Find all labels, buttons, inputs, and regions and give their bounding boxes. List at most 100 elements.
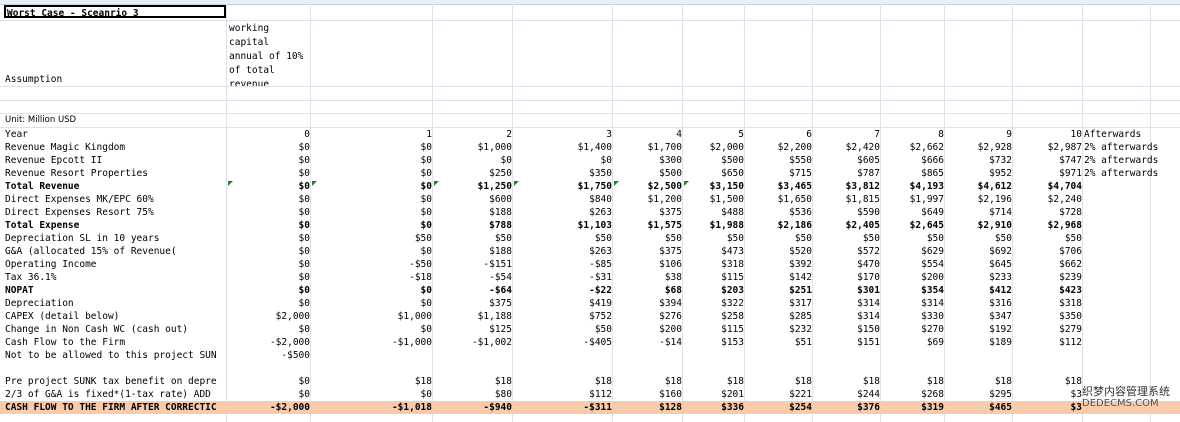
- value-cell[interactable]: $1,750: [514, 180, 612, 193]
- value-cell[interactable]: [814, 362, 880, 375]
- value-cell[interactable]: $732: [946, 154, 1012, 167]
- row-label[interactable]: CASH FLOW TO THE FIRM AFTER CORRECTIC: [5, 401, 225, 414]
- value-cell[interactable]: $18: [946, 375, 1012, 388]
- value-cell[interactable]: $3: [1014, 388, 1082, 401]
- row-label[interactable]: Total Revenue: [5, 180, 225, 193]
- value-cell[interactable]: $0: [228, 271, 310, 284]
- value-cell[interactable]: $0: [228, 206, 310, 219]
- unit-label[interactable]: Unit: Million USD: [5, 114, 76, 127]
- value-cell[interactable]: $2,910: [946, 219, 1012, 232]
- value-cell[interactable]: $270: [882, 323, 944, 336]
- value-cell[interactable]: $1,575: [614, 219, 682, 232]
- value-cell[interactable]: 2: [434, 128, 512, 141]
- value-cell[interactable]: [882, 362, 944, 375]
- value-cell[interactable]: $18: [814, 375, 880, 388]
- value-cell[interactable]: $629: [882, 245, 944, 258]
- value-cell[interactable]: 6: [746, 128, 812, 141]
- value-cell[interactable]: 1: [312, 128, 432, 141]
- value-cell[interactable]: $0: [228, 167, 310, 180]
- value-cell[interactable]: $350: [1014, 310, 1082, 323]
- afterwards-note-cell[interactable]: 2% afterwards: [1084, 154, 1180, 167]
- value-cell[interactable]: $865: [882, 167, 944, 180]
- value-cell[interactable]: $112: [514, 388, 612, 401]
- value-cell[interactable]: $251: [746, 284, 812, 297]
- value-cell[interactable]: $250: [434, 167, 512, 180]
- value-cell[interactable]: $840: [514, 193, 612, 206]
- row-label[interactable]: Operating Income: [5, 258, 225, 271]
- afterwards-note-cell[interactable]: 2% afterwards: [1084, 141, 1180, 154]
- value-cell[interactable]: $0: [312, 297, 432, 310]
- value-cell[interactable]: $0: [312, 167, 432, 180]
- value-cell[interactable]: $747: [1014, 154, 1082, 167]
- value-cell[interactable]: $376: [814, 401, 880, 414]
- value-cell[interactable]: [746, 349, 812, 362]
- afterwards-note-cell[interactable]: [1084, 206, 1180, 219]
- value-cell[interactable]: $330: [882, 310, 944, 323]
- value-cell[interactable]: $465: [946, 401, 1012, 414]
- value-cell[interactable]: $2,000: [684, 141, 744, 154]
- value-cell[interactable]: -$31: [514, 271, 612, 284]
- row-label[interactable]: Depreciation SL in 10 years: [5, 232, 225, 245]
- value-cell[interactable]: $2,196: [946, 193, 1012, 206]
- value-cell[interactable]: $714: [946, 206, 1012, 219]
- value-cell[interactable]: $1,500: [684, 193, 744, 206]
- value-cell[interactable]: $473: [684, 245, 744, 258]
- afterwards-note-cell[interactable]: [1084, 271, 1180, 284]
- value-cell[interactable]: $788: [434, 219, 512, 232]
- value-cell[interactable]: $258: [684, 310, 744, 323]
- value-cell[interactable]: $1,200: [614, 193, 682, 206]
- value-cell[interactable]: $645: [946, 258, 1012, 271]
- value-cell[interactable]: $336: [684, 401, 744, 414]
- value-cell[interactable]: $470: [814, 258, 880, 271]
- value-cell[interactable]: $319: [882, 401, 944, 414]
- value-cell[interactable]: $520: [746, 245, 812, 258]
- value-cell[interactable]: $706: [1014, 245, 1082, 258]
- value-cell[interactable]: $50: [882, 232, 944, 245]
- value-cell[interactable]: $318: [684, 258, 744, 271]
- value-cell[interactable]: $50: [514, 232, 612, 245]
- value-cell[interactable]: $649: [882, 206, 944, 219]
- value-cell[interactable]: $0: [434, 154, 512, 167]
- value-cell[interactable]: $500: [684, 154, 744, 167]
- value-cell[interactable]: $142: [746, 271, 812, 284]
- value-cell[interactable]: $300: [614, 154, 682, 167]
- value-cell[interactable]: -$18: [312, 271, 432, 284]
- value-cell[interactable]: $375: [614, 206, 682, 219]
- value-cell[interactable]: -$1,002: [434, 336, 512, 349]
- value-cell[interactable]: $160: [614, 388, 682, 401]
- value-cell[interactable]: $1,700: [614, 141, 682, 154]
- value-cell[interactable]: $536: [746, 206, 812, 219]
- value-cell[interactable]: 3: [514, 128, 612, 141]
- value-cell[interactable]: $203: [684, 284, 744, 297]
- value-cell[interactable]: $244: [814, 388, 880, 401]
- afterwards-note-cell[interactable]: [1084, 219, 1180, 232]
- value-cell[interactable]: 5: [684, 128, 744, 141]
- row-label[interactable]: Pre project SUNK tax benefit on depre: [5, 375, 225, 388]
- value-cell[interactable]: $18: [882, 375, 944, 388]
- value-cell[interactable]: -$500: [228, 349, 310, 362]
- value-cell[interactable]: $1,815: [814, 193, 880, 206]
- value-cell[interactable]: 0: [228, 128, 310, 141]
- value-cell[interactable]: $419: [514, 297, 612, 310]
- value-cell[interactable]: $263: [514, 206, 612, 219]
- value-cell[interactable]: $285: [746, 310, 812, 323]
- value-cell[interactable]: $317: [746, 297, 812, 310]
- value-cell[interactable]: $0: [514, 154, 612, 167]
- value-cell[interactable]: $2,645: [882, 219, 944, 232]
- value-cell[interactable]: $201: [684, 388, 744, 401]
- value-cell[interactable]: $50: [746, 232, 812, 245]
- value-cell[interactable]: $38: [614, 271, 682, 284]
- value-cell[interactable]: $1,000: [312, 310, 432, 323]
- value-cell[interactable]: -$311: [514, 401, 612, 414]
- value-cell[interactable]: -$1,000: [312, 336, 432, 349]
- value-cell[interactable]: $50: [514, 323, 612, 336]
- value-cell[interactable]: $0: [228, 388, 310, 401]
- value-cell[interactable]: $128: [614, 401, 682, 414]
- value-cell[interactable]: $692: [946, 245, 1012, 258]
- value-cell[interactable]: $4,612: [946, 180, 1012, 193]
- value-cell[interactable]: $1,103: [514, 219, 612, 232]
- value-cell[interactable]: $0: [312, 180, 432, 193]
- value-cell[interactable]: $314: [814, 297, 880, 310]
- value-cell[interactable]: $188: [434, 206, 512, 219]
- value-cell[interactable]: $2,200: [746, 141, 812, 154]
